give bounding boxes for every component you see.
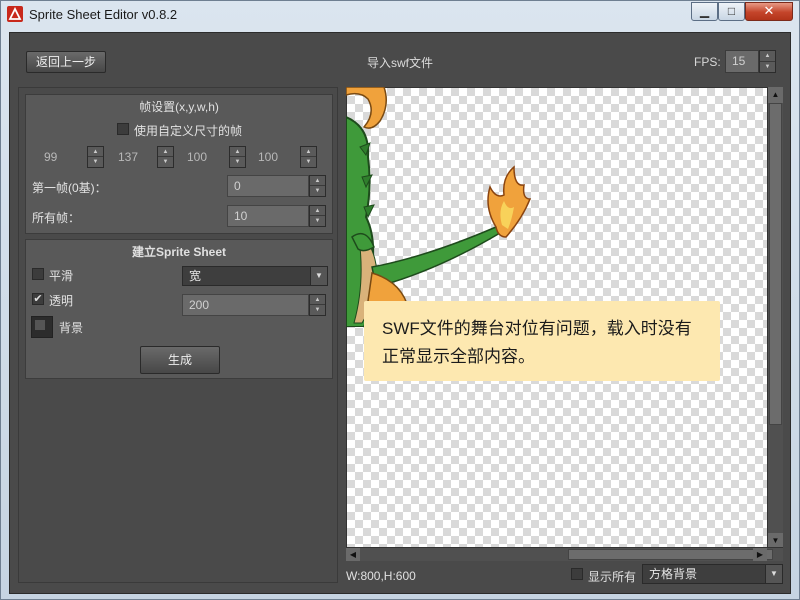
title-bar[interactable]: Sprite Sheet Editor v0.8.2 ▁ □ ✕	[1, 1, 799, 27]
frame-w-down-icon[interactable]: ▼	[230, 157, 245, 167]
width-select[interactable]: 宽 ▼	[182, 266, 328, 286]
fps-input[interactable]: 15	[725, 50, 759, 73]
minimize-icon: ▁	[699, 4, 710, 18]
width-select-value: 宽	[189, 269, 202, 283]
show-all-label: 显示所有	[588, 570, 637, 584]
frame-h-field[interactable]: 100	[246, 147, 304, 167]
frame-h-down-icon[interactable]: ▼	[301, 157, 316, 167]
frame-x-field[interactable]: 99	[32, 147, 90, 167]
status-bar: W:800,H:600 显示所有 方格背景 ▼	[346, 564, 786, 586]
vertical-scroll-thumb[interactable]	[769, 103, 782, 425]
fps-up-icon[interactable]: ▲	[760, 51, 775, 62]
frame-y-up-icon[interactable]: ▲	[158, 147, 173, 157]
app-client-area: 返回上一步 导入swf文件 FPS: 15 ▲ ▼ 帧设置(x,y,w,h) 使…	[9, 32, 791, 594]
info-note: SWF文件的舞台对位有问题，载入时没有正常显示全部内容。	[364, 301, 720, 381]
frame-w-field[interactable]: 100	[175, 147, 233, 167]
first-frame-up-icon[interactable]: ▲	[310, 176, 325, 186]
first-frame-label: 第一帧(0基)：	[32, 181, 107, 195]
sprite-sheet-group: 建立Sprite Sheet 平滑 宽 ▼ ✔ 透明 200 ▲ ▼ 背景 生成	[25, 239, 333, 379]
transparent-checkbox[interactable]: ✔	[32, 293, 44, 305]
all-frames-up-icon[interactable]: ▲	[310, 206, 325, 216]
scroll-right-icon[interactable]: ▶	[753, 548, 767, 561]
sprite-sheet-title: 建立Sprite Sheet	[131, 245, 227, 259]
sheet-width-stepper[interactable]: ▲ ▼	[309, 294, 326, 316]
chevron-down-icon: ▼	[765, 565, 782, 583]
frame-x-down-icon[interactable]: ▼	[88, 157, 103, 167]
custom-size-checkbox[interactable]	[117, 123, 129, 135]
transparent-label: 透明	[49, 294, 74, 308]
close-icon: ✕	[763, 3, 775, 18]
custom-size-label: 使用自定义尺寸的帧	[134, 124, 243, 138]
fps-stepper[interactable]: ▲ ▼	[759, 50, 776, 73]
all-frames-stepper[interactable]: ▲ ▼	[309, 205, 326, 227]
smooth-checkbox[interactable]	[32, 268, 44, 280]
scroll-left-icon[interactable]: ◀	[346, 548, 360, 561]
dragon-sprite-image	[346, 87, 532, 327]
vertical-scrollbar[interactable]: ▲ ▼	[767, 87, 783, 549]
all-frames-down-icon[interactable]: ▼	[310, 216, 325, 226]
background-color-swatch[interactable]	[31, 316, 53, 338]
sheet-width-input[interactable]: 200	[182, 294, 309, 316]
chevron-down-icon: ▼	[310, 267, 327, 285]
background-mode-select[interactable]: 方格背景 ▼	[642, 564, 783, 584]
horizontal-scrollbar[interactable]: ◀ ▶	[346, 547, 783, 561]
frame-settings-group: 帧设置(x,y,w,h) 使用自定义尺寸的帧 99 ▲ ▼ 137 ▲ ▼ 10…	[25, 94, 333, 234]
sheet-width-up-icon[interactable]: ▲	[310, 295, 325, 305]
import-title: 导入swf文件	[366, 56, 433, 70]
generate-button[interactable]: 生成	[140, 346, 220, 374]
frame-x-stepper[interactable]: ▲ ▼	[87, 146, 104, 168]
frame-x-up-icon[interactable]: ▲	[88, 147, 103, 157]
frame-h-stepper[interactable]: ▲ ▼	[300, 146, 317, 168]
frame-settings-title: 帧设置(x,y,w,h)	[139, 100, 219, 114]
window-title: Sprite Sheet Editor v0.8.2	[29, 7, 178, 22]
frame-w-up-icon[interactable]: ▲	[230, 147, 245, 157]
first-frame-stepper[interactable]: ▲ ▼	[309, 175, 326, 197]
horizontal-scroll-thumb[interactable]	[568, 549, 773, 560]
all-frames-input[interactable]: 10	[227, 205, 309, 227]
settings-panel: 帧设置(x,y,w,h) 使用自定义尺寸的帧 99 ▲ ▼ 137 ▲ ▼ 10…	[18, 87, 338, 583]
background-mode-value: 方格背景	[649, 567, 698, 581]
all-frames-label: 所有帧：	[32, 211, 81, 225]
minimize-button[interactable]: ▁	[691, 2, 718, 21]
frame-w-stepper[interactable]: ▲ ▼	[229, 146, 246, 168]
smooth-label: 平滑	[49, 269, 74, 283]
sheet-width-down-icon[interactable]: ▼	[310, 305, 325, 315]
app-window: Sprite Sheet Editor v0.8.2 ▁ □ ✕ 返回上一步 导…	[0, 0, 800, 600]
background-label: 背景	[59, 321, 84, 335]
frame-h-up-icon[interactable]: ▲	[301, 147, 316, 157]
frame-y-down-icon[interactable]: ▼	[158, 157, 173, 167]
scroll-up-icon[interactable]: ▲	[768, 87, 783, 103]
maximize-icon: □	[727, 4, 736, 18]
app-logo-icon	[7, 6, 23, 22]
fps-down-icon[interactable]: ▼	[760, 62, 775, 73]
close-button[interactable]: ✕	[745, 2, 793, 21]
show-all-checkbox[interactable]	[571, 568, 583, 580]
frame-y-stepper[interactable]: ▲ ▼	[157, 146, 174, 168]
canvas-size-text: W:800,H:600	[346, 569, 416, 583]
fps-label: FPS:	[694, 55, 721, 69]
toolbar: 返回上一步 导入swf文件 FPS: 15 ▲ ▼	[10, 33, 790, 87]
maximize-button[interactable]: □	[718, 2, 745, 21]
first-frame-down-icon[interactable]: ▼	[310, 186, 325, 196]
frame-y-field[interactable]: 137	[106, 147, 164, 167]
first-frame-input[interactable]: 0	[227, 175, 309, 197]
